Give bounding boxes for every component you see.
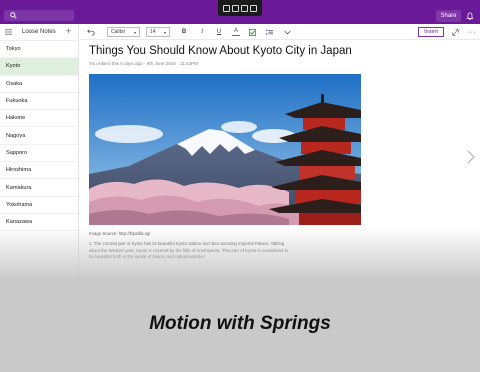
font-color-button[interactable]: A [232, 27, 240, 36]
more-menu-icon[interactable]: ··· [467, 27, 477, 37]
search-box[interactable] [4, 10, 74, 21]
cast-icon[interactable] [232, 4, 239, 12]
page-title[interactable]: Things You Should Know About Kyoto City … [89, 45, 352, 57]
sidebar-header: Loose Notes + [0, 24, 78, 41]
sidebar-item-sapporo[interactable]: Sapporo [0, 145, 78, 163]
italic-button[interactable]: I [198, 27, 206, 37]
capture-icon[interactable] [241, 4, 248, 12]
fuji-pagoda-image [89, 74, 361, 225]
expand-icon[interactable] [451, 27, 460, 37]
list-format-icon[interactable] [265, 27, 274, 37]
caption-banner: Motion with Springs [0, 280, 480, 372]
font-family-select[interactable]: Calibri ▾ [107, 27, 140, 37]
window-control-strip [218, 0, 262, 16]
bold-button[interactable]: B [180, 27, 188, 37]
fade-overlay [0, 227, 480, 280]
chevron-down-icon: ▾ [133, 29, 136, 35]
font-size-value: 14 [150, 29, 156, 35]
checkbox-tag-icon[interactable] [248, 27, 257, 37]
search-icon [10, 12, 17, 19]
kyoto-photo[interactable] [89, 74, 361, 225]
formatting-toolbar: Calibri ▾ 14 ▾ B I U A Insert ··· [80, 24, 480, 40]
chevron-down-icon: ▾ [163, 29, 166, 35]
sidebar-item-hakone[interactable]: Hakone [0, 110, 78, 128]
share-screen-icon[interactable] [250, 4, 257, 12]
sidebar-item-nagoya[interactable]: Nagoya [0, 127, 78, 145]
notebook-title: Loose Notes [22, 29, 56, 35]
sidebar-item-hiroshima[interactable]: Hiroshima [0, 162, 78, 180]
sidebar-item-kamakura[interactable]: Kamakura [0, 179, 78, 197]
font-family-value: Calibri [111, 29, 126, 35]
add-page-button[interactable]: + [66, 27, 71, 36]
share-button[interactable]: Share [436, 10, 461, 22]
hamburger-menu-icon[interactable] [5, 29, 12, 35]
sidebar-item-tokyo[interactable]: Tokyo [0, 41, 78, 59]
notification-bell-icon[interactable] [464, 10, 476, 22]
sidebar-item-kyoto[interactable]: Kyoto [0, 58, 78, 76]
banner-title: Motion with Springs [149, 313, 331, 334]
sidebar-item-yokohama[interactable]: Yokohama [0, 197, 78, 214]
sidebar-item-fukuoka[interactable]: Fukuoka [0, 93, 78, 111]
insert-button[interactable]: Insert [418, 27, 444, 37]
undo-icon[interactable] [86, 27, 96, 37]
chevron-right-icon[interactable] [467, 150, 475, 164]
title-bar: Share [0, 0, 480, 24]
more-options-chevron-icon[interactable] [283, 27, 292, 37]
app-window-icon[interactable] [223, 4, 230, 12]
sidebar-item-osaka[interactable]: Osaka [0, 76, 78, 93]
font-size-select[interactable]: 14 ▾ [146, 27, 170, 37]
underline-button[interactable]: U [215, 27, 223, 37]
page-meta: You edited this 5 days ago · 9th June 20… [89, 61, 199, 66]
